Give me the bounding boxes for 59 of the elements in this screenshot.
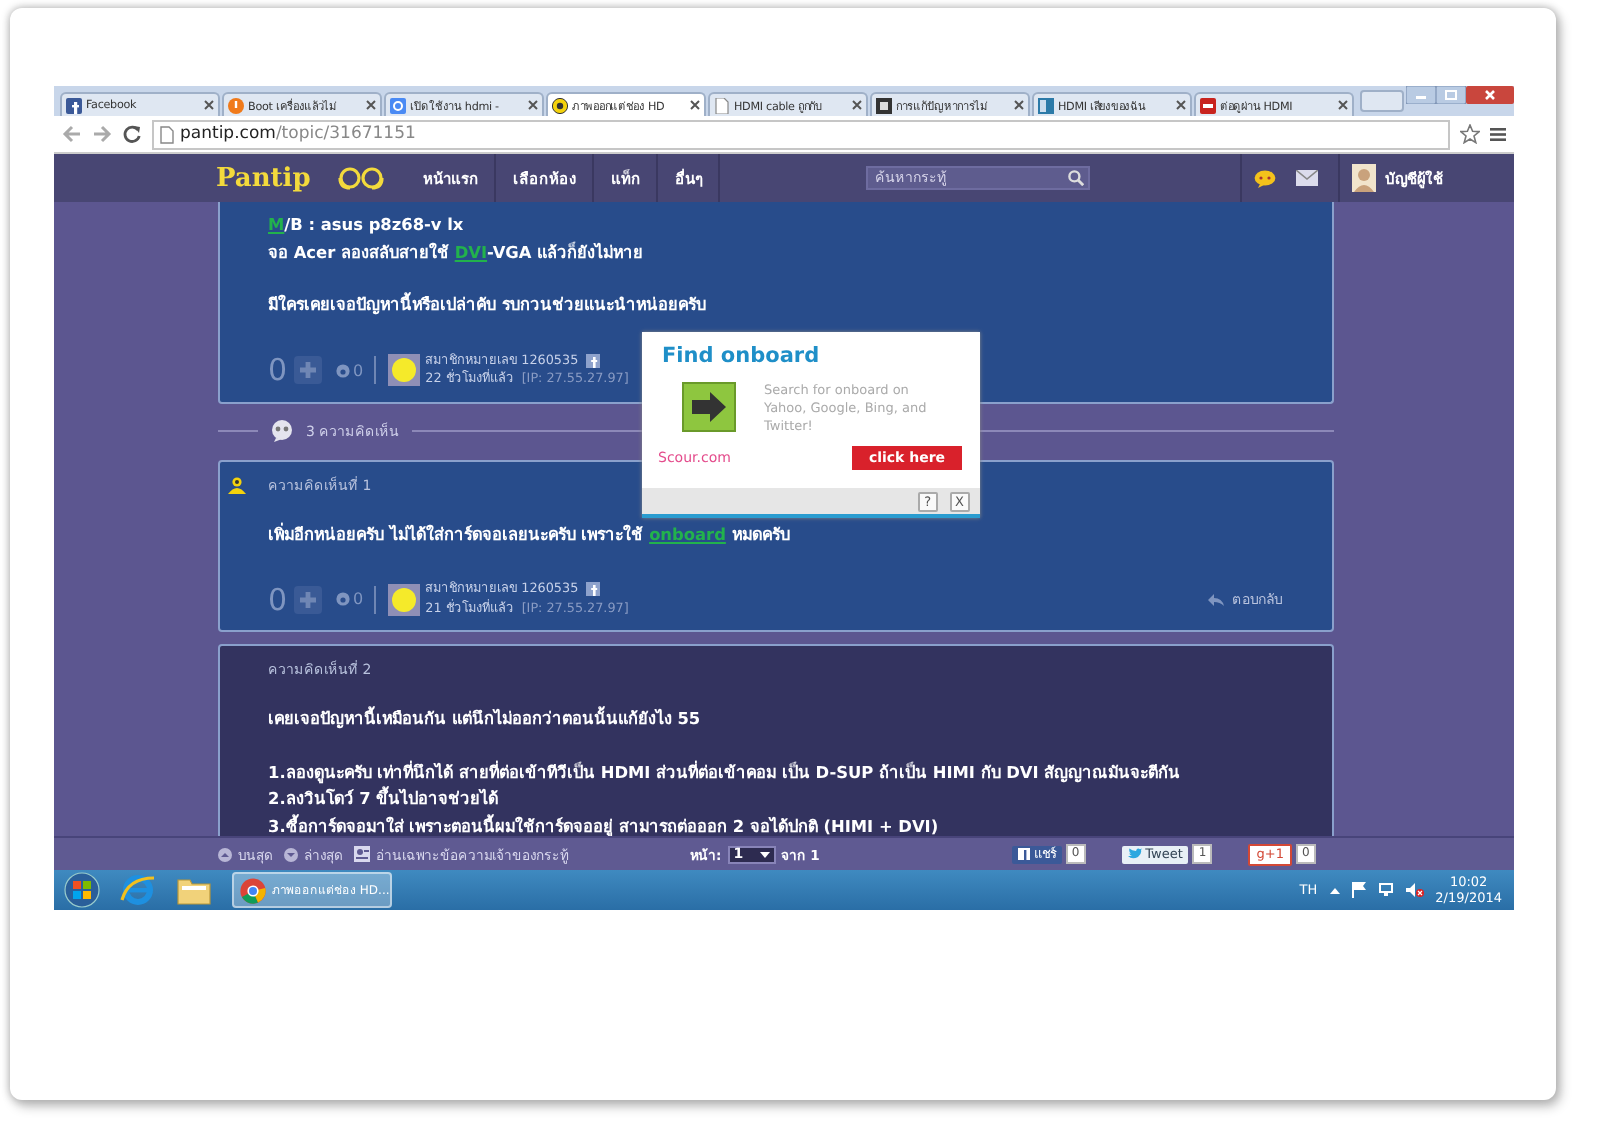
folder-icon[interactable]: [176, 874, 212, 906]
bird-icon: [1127, 848, 1142, 860]
reply-icon: [1208, 593, 1224, 605]
comments-icon: [270, 419, 294, 441]
square-icon: [876, 97, 892, 113]
post-text: จอ Acer ลองสลับสายใช้ DVI-VGA แล้วก็ยังไม่หาย: [268, 239, 646, 265]
caret-icon[interactable]: [1329, 887, 1340, 893]
facebook-icon[interactable]: [586, 582, 601, 597]
post-text: เคยเจอปัญหานี้เหมือนกัน แต่นึกไม่ออกว่าตอนนั้นแก้ยังไง 55: [268, 706, 703, 733]
speaker-muted-icon[interactable]: [1405, 882, 1424, 898]
avatar-icon: [387, 583, 420, 615]
chat-bubble-icon[interactable]: [1254, 169, 1277, 187]
logo-ornament-icon: [338, 166, 387, 190]
close-icon[interactable]: [1176, 100, 1186, 110]
emotion-count: 0: [353, 361, 364, 379]
close-icon[interactable]: [366, 100, 376, 110]
url-text: pantip.com/topic/31671151: [180, 124, 416, 144]
chrome-icon: [240, 877, 266, 903]
close-icon[interactable]: [1014, 100, 1024, 110]
emotion-count: 0: [353, 590, 364, 608]
search-icon[interactable]: [1068, 170, 1085, 186]
facebook-icon[interactable]: [586, 353, 601, 368]
smiley-icon: [552, 97, 568, 113]
close-icon[interactable]: [204, 100, 214, 110]
mail-icon[interactable]: [1296, 170, 1319, 186]
facebook-icon: [1017, 848, 1030, 860]
emotion-icon[interactable]: [335, 592, 350, 606]
avatar-icon: [387, 354, 420, 386]
start-button-icon[interactable]: [64, 872, 100, 908]
close-icon[interactable]: [1466, 86, 1514, 104]
up-icon: [218, 847, 232, 861]
vote-count: 0: [268, 581, 288, 617]
square-icon: [1038, 97, 1054, 113]
post-text: เพิ่มอีกหน่อยครับ ไม่ได้ใส่การ์ดจอเลยนะครับ เพราะใช้ onboard หมดครับ: [268, 521, 792, 547]
menu-icon[interactable]: [1490, 126, 1506, 142]
close-icon[interactable]: [690, 100, 700, 110]
avatar-icon: [1352, 164, 1377, 192]
post-text: 2.ลงวินโดว์ 7 ขึ้นไปอาจช่วยได้: [268, 786, 501, 812]
address-field[interactable]: pantip.com/topic/31671151: [152, 119, 1450, 149]
logo[interactable]: Pantip: [216, 163, 311, 193]
close-icon[interactable]: [852, 100, 862, 110]
vote-count: 0: [268, 352, 288, 388]
emotion-icon[interactable]: [335, 363, 350, 377]
post-text: M/B : asus p8z68-v lx: [268, 212, 466, 238]
close-icon[interactable]: [1338, 100, 1348, 110]
post-text: มีใครเคยเจอปัญหานี้หรือเปล่าคับ รบกวนช่วยแนะนำหน่อยครับ: [268, 292, 708, 319]
post-text: 1.ลองดูนะครับ เท่าที่นึกได้ สายที่ต่อเข้าทีวีเป็น HDMI ส่วนที่ต่อเข้าคอม เป็น D-SUP ถ้าเป็น HIMI กับ DVI สัญญาณมันจะตีกัน: [268, 759, 1183, 786]
post-text: 3.ซื้อการ์ดจอมาใส่ เพราะตอนนี้ผมใช้การ์ดจออยู่ สามารถต่อออก 2 จอได้ปกติ (HIMI + DVI): [268, 813, 941, 836]
network-icon[interactable]: [1377, 882, 1394, 898]
reload-icon[interactable]: [122, 124, 142, 144]
close-icon[interactable]: [528, 100, 538, 110]
caret-icon: [759, 851, 770, 857]
flag-icon[interactable]: [1351, 882, 1366, 898]
page-icon: [160, 125, 174, 143]
user-list-icon: [354, 846, 370, 862]
down-icon: [284, 847, 298, 861]
browser-icon[interactable]: [120, 872, 156, 908]
ad-title: Find onboard: [662, 344, 822, 368]
star-icon[interactable]: [1460, 124, 1480, 144]
